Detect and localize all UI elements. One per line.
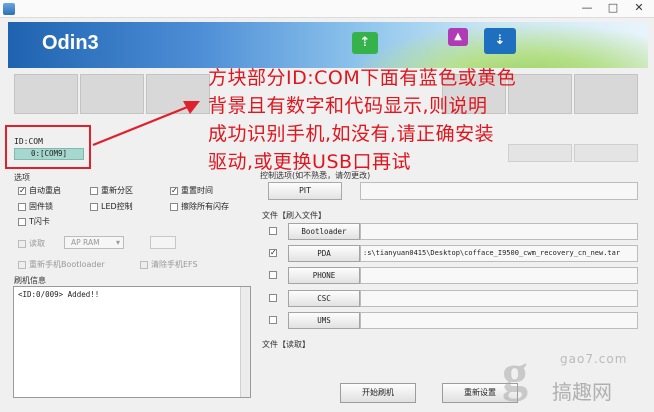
csc-button[interactable]: CSC (288, 290, 360, 307)
erase-all-checkbox[interactable] (170, 202, 178, 211)
file-row-csc: CSC (264, 289, 644, 309)
annotation-text: 方块部分ID:COM下面有蓝色或黄色 背景且有数字和代码显示,则说明 成功识别手… (208, 64, 628, 176)
log-label: 刷机信息 (14, 276, 46, 285)
reset-button[interactable]: 重新设置 (442, 383, 518, 403)
download-icon: ⇣ (484, 28, 516, 54)
start-button[interactable]: 开始刷机 (340, 383, 416, 403)
pda-checkbox[interactable]: ✓ (269, 249, 277, 257)
auto-reboot-checkbox[interactable]: ✓ (18, 186, 26, 195)
watermark-url: gao7.com (560, 352, 628, 366)
nand-erase-checkbox[interactable] (140, 260, 148, 269)
repartition-label: 重新分区 (101, 186, 133, 195)
file-row-ums: UMS (264, 311, 644, 331)
phone-path-field[interactable] (360, 267, 638, 284)
phone-checkbox[interactable] (269, 271, 277, 279)
pit-section-label: 控制选项(如不熟悉，请勿更改) (260, 171, 371, 180)
led-control-checkbox[interactable] (90, 202, 98, 211)
t-flash-option[interactable]: T闪卡 (18, 216, 50, 227)
csc-path-field[interactable] (360, 290, 638, 307)
file-row-pda: ✓ PDA :s\tianyuan0415\Desktop\cofface_I9… (264, 244, 644, 264)
dump-option[interactable]: 读取 (18, 238, 45, 249)
upload-icon: ⇡ (352, 32, 378, 54)
options-label: 选项 (14, 173, 30, 182)
t-flash-checkbox[interactable] (18, 217, 26, 226)
dump-checkbox[interactable] (18, 239, 26, 248)
dump-size-field[interactable] (150, 236, 176, 249)
pda-button[interactable]: PDA (288, 245, 360, 262)
file-row-phone: PHONE (264, 266, 644, 286)
pit-path-field[interactable] (360, 182, 638, 200)
device-slot-1 (14, 74, 78, 114)
pda-path-field[interactable]: :s\tianyuan0415\Desktop\cofface_I9500_cw… (360, 245, 638, 262)
f-lock-checkbox[interactable] (18, 202, 26, 211)
phone-button[interactable]: PHONE (288, 267, 360, 284)
auto-reboot-label: 自动重启 (29, 186, 61, 195)
reset-time-label: 重置时间 (181, 186, 213, 195)
csc-checkbox[interactable] (269, 294, 277, 302)
led-control-option[interactable]: LED控制 (90, 201, 133, 212)
bootloader-button[interactable]: Bootloader (288, 223, 360, 240)
maximize-button[interactable]: □ (600, 0, 626, 16)
odin-app-icon (3, 3, 15, 15)
f-lock-label: 固件锁 (29, 202, 53, 211)
reset-bootloader-label: 重新手机Bootloader (29, 260, 105, 269)
ums-checkbox[interactable] (269, 316, 277, 324)
reset-bootloader-checkbox[interactable] (18, 260, 26, 269)
bootloader-path-field[interactable] (360, 223, 638, 240)
reset-time-option[interactable]: ✓ 重置时间 (170, 185, 213, 196)
odin-banner: Odin3 ⇡ ⇣ ▲ (8, 22, 648, 68)
device-slot-3 (146, 74, 210, 114)
pit-button[interactable]: PIT (268, 182, 342, 200)
log-scrollbar[interactable] (240, 287, 250, 397)
files-section-label: 文件【刷入文件】 (262, 211, 326, 220)
file-row-bootloader: Bootloader (264, 222, 644, 242)
log-area[interactable]: <ID:0/009> Added!! (13, 286, 251, 398)
reset-time-checkbox[interactable]: ✓ (170, 186, 178, 195)
erase-all-label: 擦除所有闪存 (181, 202, 229, 211)
ums-path-field[interactable] (360, 312, 638, 329)
auto-reboot-option[interactable]: ✓ 自动重启 (18, 185, 61, 196)
repartition-checkbox[interactable] (90, 186, 98, 195)
annotation-line-3: 成功识别手机,如没有,请正确安装 (208, 123, 495, 145)
nand-erase-label: 清除手机EFS (151, 260, 198, 269)
reset-bootloader-option[interactable]: 重新手机Bootloader (18, 259, 105, 270)
banner-title: Odin3 (42, 32, 99, 54)
annotation-line-2: 背景且有数字和代码显示,则说明 (208, 95, 488, 117)
dump-target-value: AP RAM (71, 238, 100, 247)
t-flash-label: T闪卡 (29, 217, 50, 226)
ums-button[interactable]: UMS (288, 312, 360, 329)
f-lock-option[interactable]: 固件锁 (18, 201, 53, 212)
device-icon: ▲ (448, 28, 468, 46)
dump-label: 读取 (29, 239, 45, 248)
annotation-line-1: 方块部分ID:COM下面有蓝色或黄色 (208, 67, 517, 89)
led-control-label: LED控制 (101, 202, 133, 211)
close-button[interactable]: ✕ (626, 0, 652, 16)
erase-all-option[interactable]: 擦除所有闪存 (170, 201, 229, 212)
site-watermark: g gao7.com 搞趣网 (500, 340, 650, 410)
minimize-button[interactable]: — (574, 0, 600, 16)
device-slot-2 (80, 74, 144, 114)
dump-file-label: 文件【读取】 (262, 340, 310, 349)
watermark-name: 搞趣网 (552, 380, 612, 404)
dump-target-select[interactable]: AP RAM ▾ (64, 236, 124, 249)
nand-erase-option[interactable]: 清除手机EFS (140, 259, 198, 270)
chevron-down-icon: ▾ (115, 238, 120, 247)
window-controls: — □ ✕ (574, 0, 652, 16)
log-text: <ID:0/009> Added!! (18, 290, 100, 299)
title-bar: — □ ✕ (0, 0, 654, 18)
repartition-option[interactable]: 重新分区 (90, 185, 133, 196)
highlight-box (5, 125, 91, 169)
bootloader-checkbox[interactable] (269, 227, 277, 235)
